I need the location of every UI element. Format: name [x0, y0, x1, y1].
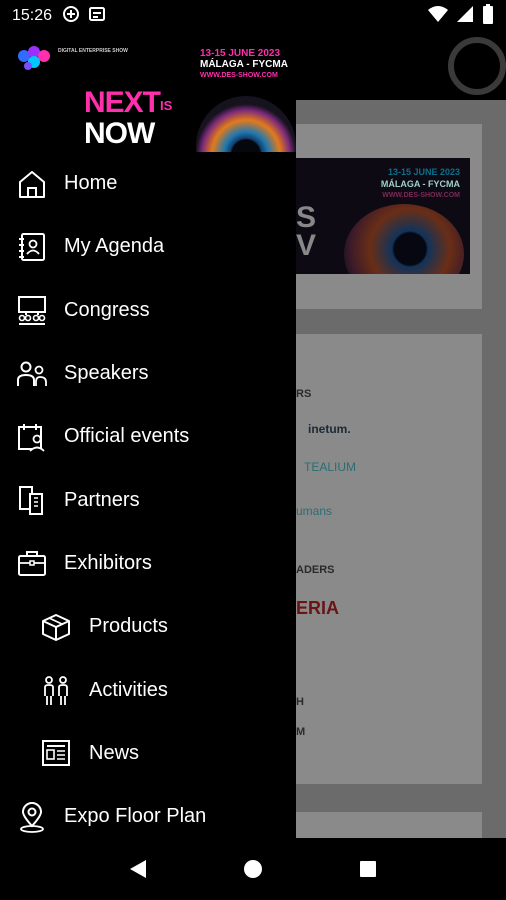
- menu-item-partners[interactable]: Partners: [0, 468, 296, 531]
- loading-spinner-icon: [448, 37, 506, 95]
- menu-label: Speakers: [64, 362, 149, 385]
- activities-icon: [40, 674, 72, 706]
- slogan-next: NEXT: [84, 86, 161, 119]
- banner-venue: MÁLAGA - FYCMA: [380, 179, 460, 189]
- menu-item-official-events[interactable]: Official events: [0, 405, 296, 468]
- section-heading-fragment: RS: [296, 388, 312, 400]
- status-time: 15:26: [12, 7, 53, 24]
- slogan-now: NOW: [84, 117, 155, 150]
- recents-button[interactable]: [348, 849, 388, 889]
- menu-label: Congress: [64, 298, 150, 321]
- battery-icon: [482, 3, 494, 29]
- signal-icon: [456, 5, 474, 28]
- menu-label: My Agenda: [64, 235, 165, 258]
- menu-item-activities[interactable]: Activities: [0, 658, 296, 721]
- agenda-icon: [16, 231, 48, 263]
- menu-label: Home: [64, 172, 118, 195]
- partners-icon: [16, 484, 48, 516]
- logo-text: DIGITAL ENTERPRISE SHOW: [58, 48, 128, 54]
- menu-item-speakers[interactable]: Speakers: [0, 342, 296, 405]
- partner-logo-humans: umans: [296, 504, 333, 518]
- products-icon: [40, 611, 72, 643]
- section-heading-fragment-4: M: [296, 726, 306, 738]
- background-sponsors-card: [280, 334, 482, 784]
- slogan-is: IS: [160, 98, 173, 113]
- menu-label: Official events: [64, 425, 190, 448]
- eye-image: [196, 96, 296, 152]
- recents-icon: [360, 861, 377, 877]
- partner-logo-tealium: TEALIUM: [304, 460, 357, 474]
- status-right-group: [428, 3, 494, 29]
- home-icon: [16, 168, 48, 200]
- menu-label: Activities: [89, 678, 168, 701]
- back-icon: [129, 860, 146, 878]
- menu-label: News: [89, 741, 140, 764]
- congress-icon: [16, 294, 48, 326]
- slogan: NEXTIS NOW: [84, 88, 173, 150]
- menu-item-my-agenda[interactable]: My Agenda: [0, 215, 296, 278]
- event-venue: MÁLAGA - FYCMA: [200, 59, 288, 70]
- news-icon: [40, 737, 72, 769]
- banner-url: WWW.DES-SHOW.COM: [382, 192, 460, 199]
- banner-text: 13-15 JUNE 2023 MÁLAGA - FYCMA WWW.DES-S…: [381, 166, 460, 202]
- system-nav-bar: [0, 838, 506, 900]
- event-info: 13-15 JUNE 2023 MÁLAGA - FYCMA WWW.DES-S…: [200, 48, 288, 81]
- banner-eye-image: [344, 204, 464, 274]
- banner-slogan-fragment: SV: [296, 201, 317, 262]
- menu-label: Expo Floor Plan: [64, 805, 207, 828]
- wifi-icon: [428, 5, 448, 28]
- partner-logo-inetum: inetum.: [308, 422, 351, 436]
- menu-item-congress[interactable]: Congress: [0, 279, 296, 342]
- menu-item-exhibitors[interactable]: Exhibitors: [0, 532, 296, 595]
- data-saver-icon: [62, 5, 80, 28]
- banner-dates: 13-15 JUNE 2023: [387, 167, 460, 177]
- background-banner: SV 13-15 JUNE 2023 MÁLAGA - FYCMA WWW.DE…: [290, 158, 470, 274]
- menu-label: Exhibitors: [64, 551, 152, 574]
- home-button[interactable]: [233, 849, 273, 889]
- status-bar: 15:26: [0, 0, 506, 32]
- back-button[interactable]: [118, 849, 158, 889]
- map-pin-icon: [16, 801, 48, 833]
- menu-item-home[interactable]: Home: [0, 152, 296, 215]
- menu-item-news[interactable]: News: [0, 722, 296, 785]
- home-circle-icon: [243, 860, 262, 878]
- drawer-header: DIGITAL ENTERPRISE SHOW 13-15 JUNE 2023 …: [0, 32, 296, 152]
- event-dates: 13-15 JUNE 2023: [200, 48, 281, 59]
- drawer-menu: Home My Agenda Congress Speakers Officia…: [0, 152, 296, 848]
- notification-card-icon: [88, 5, 106, 28]
- menu-label: Partners: [64, 488, 140, 511]
- exhibitors-icon: [16, 547, 48, 579]
- partner-logo-iberia: ERIA: [296, 598, 340, 618]
- section-heading-fragment-2: ADERS: [296, 564, 335, 576]
- speakers-icon: [16, 358, 48, 390]
- menu-item-products[interactable]: Products: [0, 595, 296, 658]
- section-heading-fragment-3: H: [296, 696, 304, 708]
- official-events-icon: [16, 421, 48, 453]
- event-url: WWW.DES-SHOW.COM: [200, 72, 278, 79]
- navigation-drawer: DIGITAL ENTERPRISE SHOW 13-15 JUNE 2023 …: [0, 0, 296, 838]
- background-card-bottom: [280, 812, 482, 838]
- menu-label: Products: [89, 615, 168, 638]
